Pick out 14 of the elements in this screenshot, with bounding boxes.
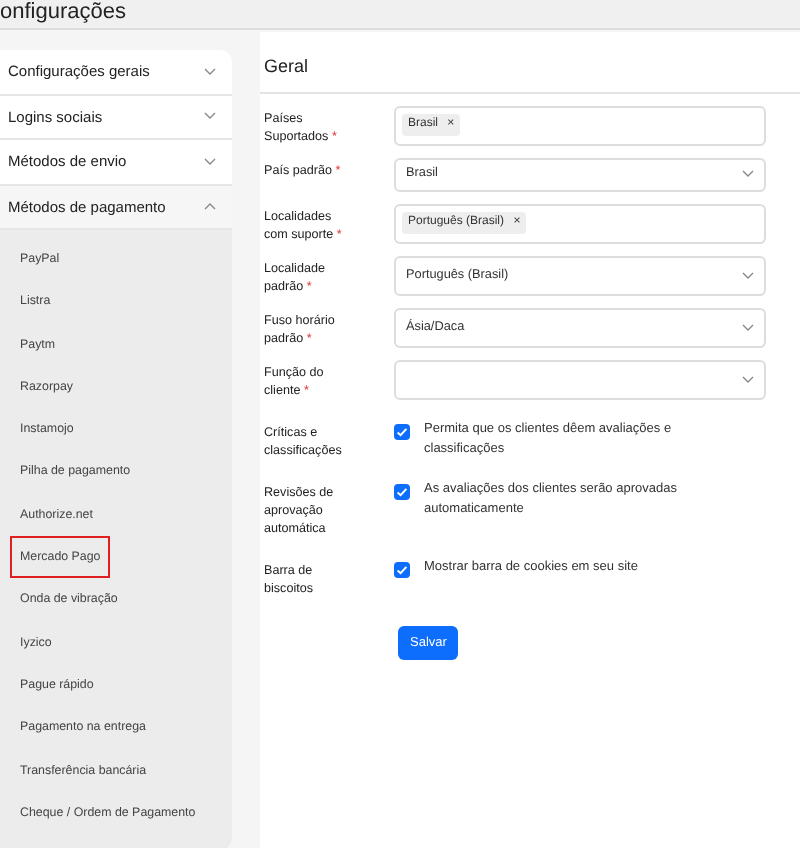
chevron-down-icon	[204, 157, 216, 166]
chevron-down-icon	[204, 112, 216, 121]
chevron-down-icon	[742, 170, 754, 178]
chevron-up-icon	[204, 202, 216, 211]
chevron-down-icon	[742, 271, 754, 279]
page-title: onfigurações	[0, 0, 126, 26]
section-title: Geral	[260, 32, 800, 93]
select-field[interactable]	[394, 359, 766, 399]
checkbox[interactable]	[394, 483, 410, 499]
chevron-down-icon	[742, 375, 754, 383]
chevron-down-icon	[204, 67, 216, 76]
chevron-down-icon	[742, 323, 754, 331]
checkbox[interactable]	[394, 561, 410, 577]
checkbox[interactable]	[394, 423, 410, 439]
